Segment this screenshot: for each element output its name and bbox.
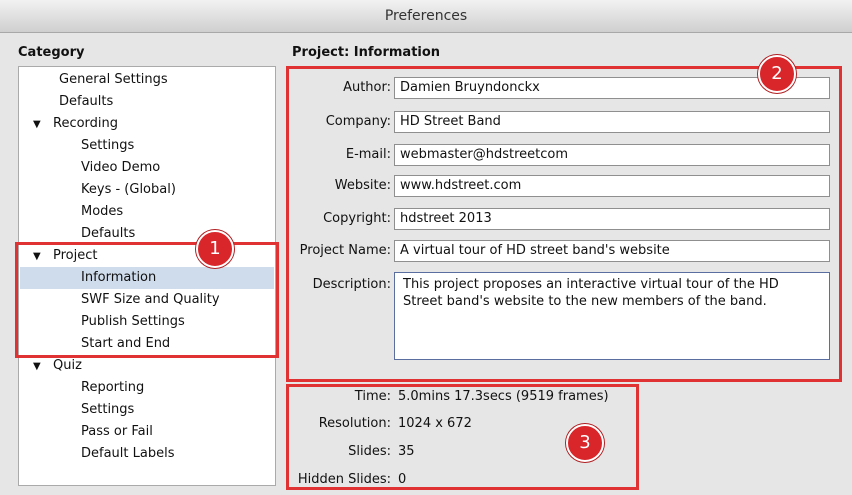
tree-item-defaults[interactable]: Defaults [59, 91, 113, 113]
tree-item-video-demo[interactable]: Video Demo [81, 157, 160, 179]
tree-item-reporting[interactable]: Reporting [81, 377, 144, 399]
section-title: Project: Information [292, 45, 441, 60]
callout-badge-1: 1 [196, 230, 234, 268]
window-title-bar: Preferences [0, 0, 852, 33]
window-title: Preferences [384, 8, 468, 24]
callout-box-2 [286, 66, 842, 382]
tree-item-modes[interactable]: Modes [81, 201, 123, 223]
tree-item-quiz-settings[interactable]: Settings [81, 399, 134, 421]
tree-item-quiz[interactable]: ▼ Quiz [33, 355, 82, 377]
callout-box-1 [15, 242, 279, 358]
expand-arrow-icon[interactable]: ▼ [33, 356, 53, 378]
tree-item-pass-or-fail[interactable]: Pass or Fail [81, 421, 153, 443]
tree-item-recording-settings[interactable]: Settings [81, 135, 134, 157]
callout-badge-2: 2 [758, 55, 796, 93]
tree-item-keys-global[interactable]: Keys - (Global) [81, 179, 176, 201]
category-heading: Category [18, 45, 85, 60]
expand-arrow-icon[interactable]: ▼ [33, 114, 53, 136]
tree-item-recording[interactable]: ▼ Recording [33, 113, 118, 135]
tree-item-default-labels[interactable]: Default Labels [81, 443, 174, 465]
tree-item-general-settings[interactable]: General Settings [59, 69, 168, 91]
callout-badge-3: 3 [566, 424, 604, 462]
